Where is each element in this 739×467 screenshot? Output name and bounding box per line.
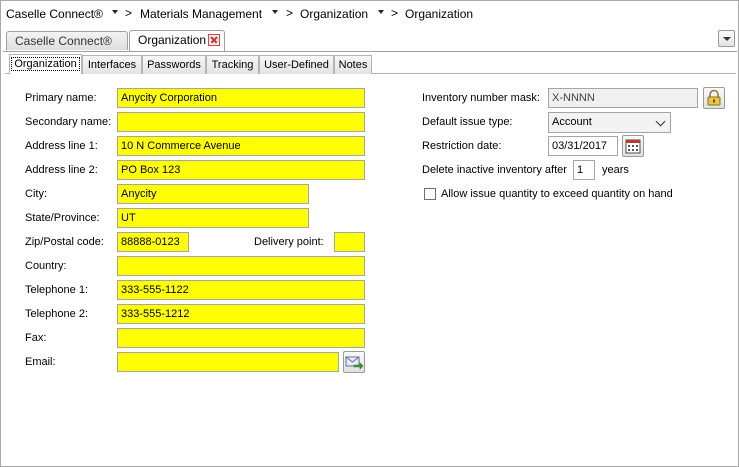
address1-label: Address line 1:: [25, 140, 98, 152]
telephone1-label: Telephone 1:: [25, 284, 88, 296]
allow-exceed-checkbox[interactable]: [424, 188, 436, 200]
restriction-date-input[interactable]: 03/31/2017: [548, 136, 618, 156]
tab-label: Interfaces: [87, 59, 137, 71]
calendar-button[interactable]: [622, 135, 644, 157]
restriction-date-label: Restriction date:: [422, 140, 502, 152]
breadcrumb-separator: >: [391, 6, 399, 20]
email-input[interactable]: [117, 352, 339, 372]
address2-label: Address line 2:: [25, 164, 98, 176]
fax-input[interactable]: [117, 328, 365, 348]
doc-tab-organization[interactable]: Organization: [129, 30, 225, 51]
breadcrumb-item-organization[interactable]: Organization: [300, 7, 368, 21]
address1-input[interactable]: 10 N Commerce Avenue: [117, 136, 365, 156]
delete-inactive-years-input[interactable]: 1: [573, 160, 595, 180]
close-icon[interactable]: [208, 34, 220, 46]
inventory-mask-input[interactable]: X-NNNN: [548, 88, 698, 108]
telephone2-label: Telephone 2:: [25, 308, 88, 320]
years-label: years: [602, 164, 629, 176]
zip-input[interactable]: 88888-0123: [117, 232, 189, 252]
primary-name-label: Primary name:: [25, 92, 97, 104]
telephone1-input[interactable]: 333-555-1122: [117, 280, 365, 300]
breadcrumb-separator: >: [125, 6, 133, 20]
unlock-mask-button[interactable]: [703, 87, 725, 109]
telephone2-input[interactable]: 333-555-1212: [117, 304, 365, 324]
tab-passwords[interactable]: Passwords: [142, 55, 206, 74]
chevron-down-icon[interactable]: [112, 10, 118, 14]
address2-input[interactable]: PO Box 123: [117, 160, 365, 180]
tab-user-defined[interactable]: User-Defined: [259, 55, 334, 74]
chevron-down-icon[interactable]: [378, 10, 384, 14]
delete-inactive-label: Delete inactive inventory after: [422, 164, 567, 176]
tab-notes[interactable]: Notes: [334, 55, 372, 74]
doc-tab-label: Organization: [138, 33, 207, 47]
tab-tracking[interactable]: Tracking: [206, 55, 259, 74]
delivery-point-input[interactable]: [334, 232, 365, 252]
tab-label: Organization: [11, 57, 80, 71]
issue-type-value: Account: [552, 116, 592, 128]
chevron-down-icon: [655, 116, 666, 127]
breadcrumb-item-current: Organization: [405, 7, 474, 21]
breadcrumb-separator: >: [286, 6, 294, 20]
lock-icon: [707, 89, 721, 106]
country-input[interactable]: [117, 256, 365, 276]
tab-label: User-Defined: [264, 59, 329, 71]
zip-label: Zip/Postal code:: [25, 236, 104, 248]
breadcrumb: Caselle Connect® > Materials Management …: [1, 1, 738, 28]
tab-menu-dropdown-button[interactable]: [718, 30, 735, 47]
doc-tab-label: Caselle Connect®: [15, 34, 112, 48]
issue-type-label: Default issue type:: [422, 116, 513, 128]
doc-tab-caselle[interactable]: Caselle Connect®: [6, 31, 128, 50]
delivery-point-label: Delivery point:: [254, 236, 324, 248]
allow-exceed-label[interactable]: Allow issue quantity to exceed quantity …: [441, 188, 673, 200]
primary-name-input[interactable]: Anycity Corporation: [117, 88, 365, 108]
tab-organization[interactable]: Organization: [9, 54, 82, 74]
document-tabs: Caselle Connect® Organization: [1, 28, 738, 52]
country-label: Country:: [25, 260, 67, 272]
fax-label: Fax:: [25, 332, 47, 344]
tab-label: Tracking: [211, 59, 254, 71]
send-email-button[interactable]: [343, 351, 365, 373]
inventory-mask-label: Inventory number mask:: [422, 92, 540, 104]
chevron-down-icon[interactable]: [272, 10, 278, 14]
state-label: State/Province:: [25, 212, 100, 224]
breadcrumb-item-caselle[interactable]: Caselle Connect®: [6, 7, 103, 21]
calendar-icon: [625, 139, 641, 154]
city-label: City:: [25, 188, 47, 200]
email-label: Email:: [25, 356, 56, 368]
email-send-icon: [345, 356, 364, 370]
city-input[interactable]: Anycity: [117, 184, 309, 204]
secondary-name-input[interactable]: [117, 112, 365, 132]
issue-type-select[interactable]: Account: [548, 112, 671, 133]
state-input[interactable]: UT: [117, 208, 309, 228]
breadcrumb-item-materials[interactable]: Materials Management: [140, 7, 262, 21]
tab-label: Notes: [338, 59, 368, 71]
tab-label: Passwords: [147, 59, 201, 71]
tab-interfaces[interactable]: Interfaces: [82, 55, 142, 74]
secondary-name-label: Secondary name:: [25, 116, 112, 128]
